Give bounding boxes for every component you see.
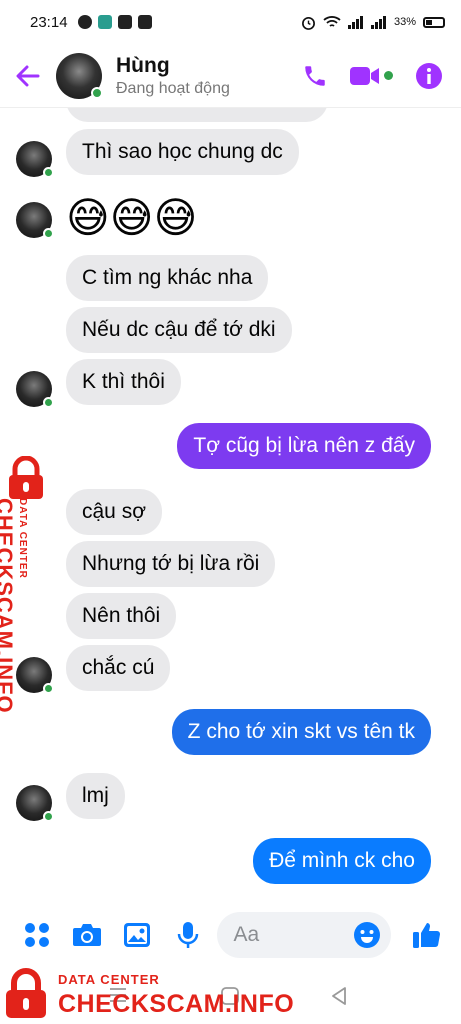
online-indicator: [43, 811, 54, 822]
online-indicator: [91, 86, 103, 99]
message-bubble-in[interactable]: lmj: [66, 773, 125, 819]
microphone-icon: [177, 922, 198, 948]
message-list[interactable]: Thì sao học chung dc 😅😅😅 C tìm ng khác n…: [0, 108, 461, 898]
message-bubble-in[interactable]: K thì thôi: [66, 359, 181, 405]
message-bubble-in[interactable]: chắc cú: [66, 645, 171, 691]
online-indicator: [43, 228, 54, 239]
watermark-small: DATA CENTER: [17, 498, 28, 579]
online-indicator: [43, 167, 54, 178]
contact-info[interactable]: Hùng Đang hoạt động: [116, 54, 230, 98]
online-indicator: [43, 683, 54, 694]
message-bubble-in[interactable]: Nhưng tớ bị lừa rồi: [66, 541, 276, 587]
message-bubble-in[interactable]: C tìm ng khác nha: [66, 255, 269, 301]
contact-name: Hùng: [116, 53, 170, 77]
system-indicators: 33%: [301, 15, 445, 30]
facebook-icon: [117, 15, 132, 29]
watermark-side-text: DATA CENTER CHECKSCAM.INFO: [0, 498, 28, 714]
message-bubble-in[interactable]: Thì sao học chung dc: [66, 129, 299, 175]
back-button[interactable]: [0, 65, 56, 87]
watermark-small: DATA CENTER: [58, 972, 160, 987]
online-indicator: [43, 397, 54, 408]
message-bubble-out[interactable]: Tợ cũg bị lừa nên z đấy: [177, 423, 431, 469]
signal-icon-2: [370, 15, 386, 29]
watermark-big: CHECKSCAM.INFO: [58, 990, 295, 1018]
message-bubble-in[interactable]: Nên thôi: [66, 593, 177, 639]
message-bubble-in[interactable]: cậu sợ: [66, 489, 162, 535]
sender-avatar[interactable]: [16, 141, 54, 178]
message-bubble-out[interactable]: Để mình ck cho: [253, 838, 431, 884]
message-bubble-cut: [66, 108, 328, 122]
lock-icon: [6, 968, 46, 1018]
info-icon[interactable]: [415, 62, 443, 90]
status-bar: 23:14 33%: [0, 0, 461, 44]
thumbs-up-icon: [413, 923, 441, 948]
message-input[interactable]: Aa: [217, 912, 391, 958]
contact-status: Đang hoạt động: [116, 79, 230, 97]
voice-button[interactable]: [171, 918, 204, 952]
contact-avatar[interactable]: [56, 52, 103, 99]
apps-grid-icon: [24, 923, 49, 947]
signal-icon: [347, 15, 363, 29]
back-nav-icon[interactable]: [330, 986, 348, 1006]
sender-avatar[interactable]: [16, 202, 54, 239]
sender-avatar[interactable]: [16, 371, 54, 408]
emoji-icon[interactable]: [353, 921, 381, 949]
camera-button[interactable]: [70, 918, 103, 952]
alarm-icon: [302, 16, 315, 30]
video-call-button[interactable]: [350, 65, 393, 87]
watermark-bottom: DATA CENTER CHECKSCAM.INFO: [4, 966, 304, 1024]
chat-header: Hùng Đang hoạt động: [0, 44, 461, 108]
message-bubble-in[interactable]: Nếu dc cậu để tớ dki: [66, 307, 292, 353]
message-input-placeholder: Aa: [233, 923, 260, 946]
phone-call-icon[interactable]: [302, 63, 328, 89]
header-actions: [302, 62, 461, 90]
video-active-dot: [384, 71, 393, 80]
lock-icon: [9, 456, 43, 499]
notification-icons: [77, 15, 152, 29]
wifi-icon: [323, 16, 341, 27]
battery-icon: [423, 16, 445, 28]
watermark-side: DATA CENTER CHECKSCAM.INFO: [0, 452, 50, 714]
back-arrow-icon: [16, 65, 40, 86]
instagram-icon: [137, 15, 152, 29]
app-icon: [97, 15, 112, 29]
sender-avatar[interactable]: [16, 785, 54, 822]
status-time: 23:14: [30, 13, 68, 31]
more-actions-button[interactable]: [20, 918, 53, 952]
video-call-icon: [350, 66, 379, 85]
emoji-message[interactable]: 😅😅😅: [66, 194, 197, 242]
gallery-button[interactable]: [121, 918, 154, 952]
message-bubble-out[interactable]: Z cho tớ xin skt vs tên tk: [171, 709, 431, 755]
messenger-icon: [77, 15, 92, 29]
camera-icon: [73, 924, 102, 946]
like-button[interactable]: [411, 918, 444, 952]
watermark-big: CHECKSCAM.INFO: [0, 498, 17, 714]
battery-percent: 33%: [393, 16, 416, 28]
composer-bar: Aa: [0, 904, 461, 966]
image-icon: [124, 923, 151, 947]
